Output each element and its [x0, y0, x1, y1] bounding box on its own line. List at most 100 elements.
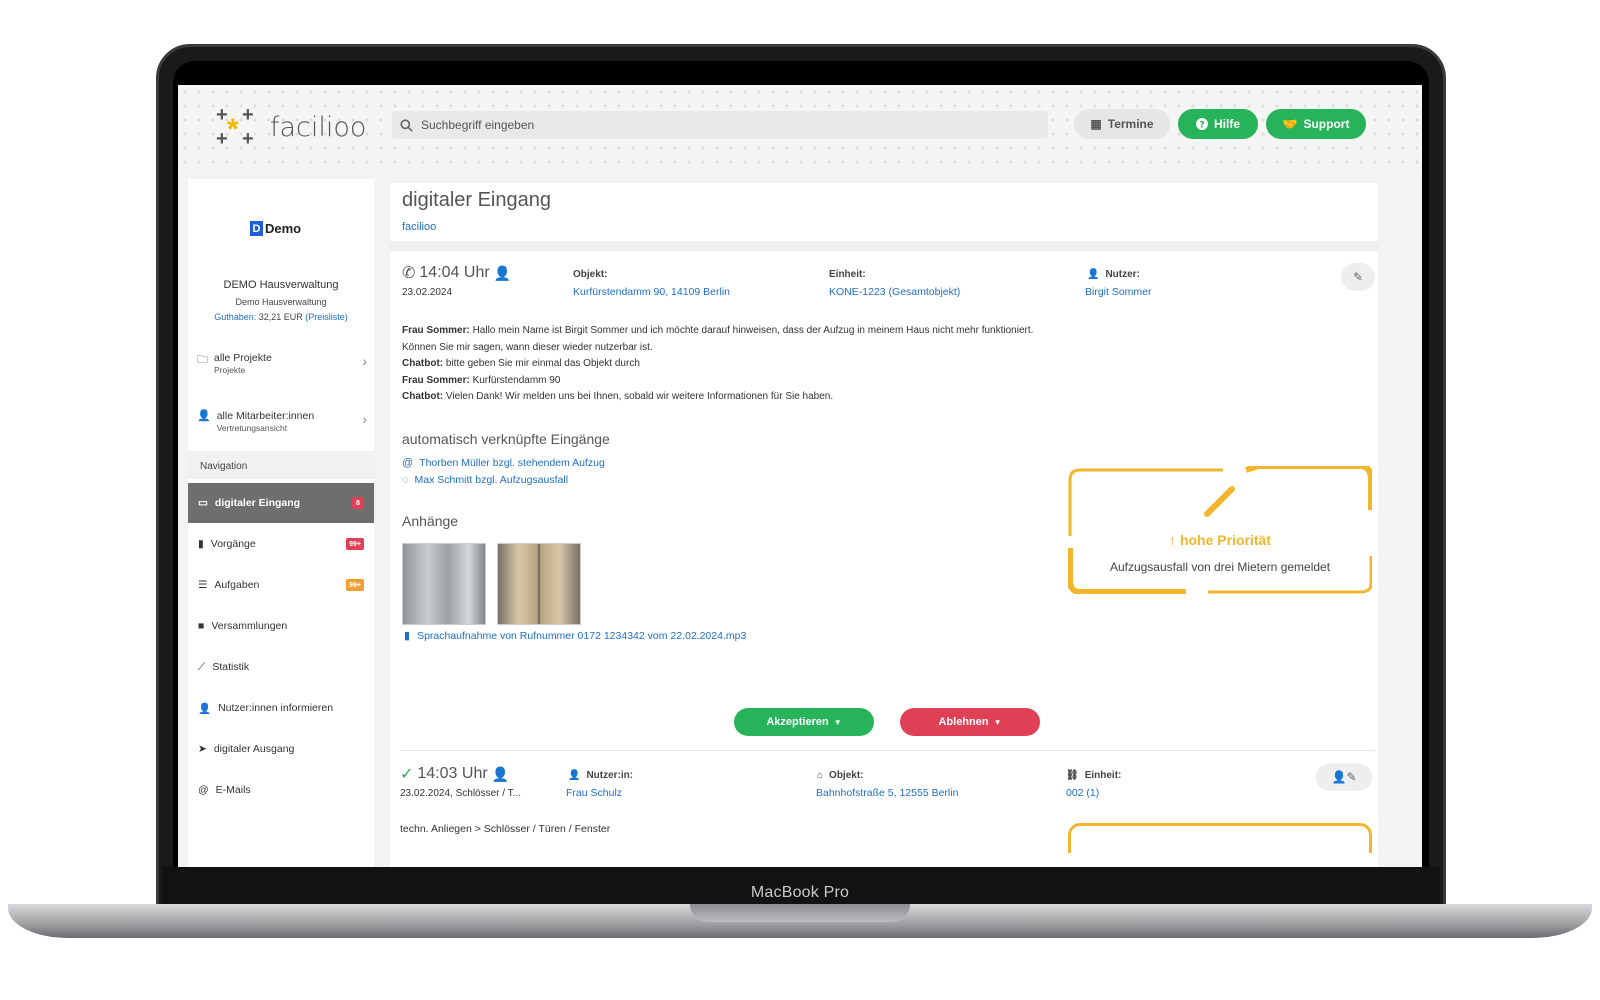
einheit-link[interactable]: 002 (1) [1066, 787, 1099, 799]
inbox-icon: ▭ [198, 497, 208, 509]
sidebar-item-digitaler-eingang[interactable]: ▭ digitaler Eingang 8 [188, 483, 374, 523]
support-button[interactable]: 🤝 Support [1266, 109, 1366, 139]
reject-button[interactable]: Ablehnen ▼ [900, 708, 1040, 736]
entry-time: ✓ 14:03 Uhr 👤 [400, 764, 509, 784]
count-badge: 99+ [346, 538, 364, 550]
caret-down-icon: ▼ [833, 717, 842, 727]
calendar-icon: ▦ [1090, 117, 1102, 131]
entry-time-text: 14:04 Uhr [419, 264, 490, 281]
client-logo-text: Demo [265, 221, 302, 236]
user-edit-icon: 👤✎ [1331, 770, 1357, 784]
nutzer-label-row: 👤 Nutzer: [1087, 269, 1140, 280]
attachment-image-2[interactable] [497, 543, 581, 625]
check-icon: ✓ [400, 766, 414, 783]
objekt-link[interactable]: Kurfürstendamm 90, 14109 Berlin [573, 286, 730, 298]
objekt-label: Objekt: [829, 770, 864, 781]
nutzer-label-row: 👤 Nutzer:in: [568, 770, 633, 781]
chat-line: Chatbot: bitte geben Sie mir einmal das … [402, 356, 1092, 373]
reject-label: Ablehnen [938, 716, 989, 728]
app-screen: + + + + * facilioo Suchbegriff eingeben ▦ … [178, 85, 1422, 867]
guthaben-line: Guthaben: 32,21 EUR (Preisliste) [188, 312, 374, 322]
priority-title-text: hohe Priorität [1179, 532, 1271, 548]
nav-label: digitaler Eingang [214, 497, 301, 509]
chart-line-icon: ⟋ [198, 660, 206, 673]
sidebar-item-versammlungen[interactable]: ■ Versammlungen [188, 606, 374, 646]
whatsapp-icon: ◌ [402, 474, 409, 486]
entry-category: techn. Anliegen > Schlösser / Türen / Fe… [400, 823, 611, 835]
nav-label: Nutzer:innen informieren [218, 702, 334, 714]
sidebar-item-nutzer-informieren[interactable]: 👤 Nutzer:innen informieren [188, 688, 374, 728]
device-label: MacBook Pro [750, 884, 850, 901]
sidebar-item-employees[interactable]: 👤 alle Mitarbeiter:innen Vertretungsansi… [197, 409, 367, 433]
einheit-label: Einheit: [1084, 770, 1122, 781]
support-label: Support [1303, 117, 1350, 131]
preisliste-link[interactable]: (Preisliste) [305, 312, 348, 322]
pencil-icon [1204, 486, 1235, 517]
nutzer-link[interactable]: Birgit Sommer [1085, 286, 1152, 298]
sidebar-item-projects[interactable]: 🗀 alle Projekte Projekte › [197, 351, 367, 375]
facilioo-logo[interactable]: + + + + * facilioo [216, 105, 366, 149]
termine-button[interactable]: ▦ Termine [1074, 109, 1170, 139]
at-icon: @ [198, 784, 209, 796]
org-name: DEMO Hausverwaltung [223, 279, 339, 291]
sidebar-item-statistik[interactable]: ⟋ Statistik [188, 647, 374, 687]
navigation-header: Navigation [188, 451, 374, 479]
breadcrumb[interactable]: facilioo [402, 221, 436, 233]
org-subname: Demo Hausverwaltung [235, 297, 327, 307]
linked-title: automatisch verknüpfte Eingänge [402, 431, 610, 447]
link-icon: ⛓ [1066, 770, 1079, 781]
at-icon: @ [402, 457, 414, 469]
projects-label: alle Projekte [214, 352, 272, 364]
chat-line: Frau Sommer: Kurfürstendamm 90 [402, 373, 1092, 390]
projects-sub: Projekte [214, 365, 246, 375]
accept-label: Akzeptieren [766, 716, 829, 728]
user-plus-icon: 👤 [198, 702, 212, 715]
audio-file-link[interactable]: Sprachaufnahme von Rufnummer 0172 123434… [417, 630, 746, 642]
assign-user-button[interactable]: 👤✎ [1316, 763, 1372, 791]
priority-title: ↑ hohe Priorität [1068, 532, 1372, 548]
entry-date: 23.02.2024, Schlösser / T... [400, 788, 522, 799]
user-icon: 👤 [1087, 269, 1100, 280]
guthaben-value: 32,21 EUR [258, 312, 303, 322]
handshake-icon: 🤝 [1282, 117, 1298, 131]
edit-button[interactable]: ✎ [1341, 263, 1375, 291]
objekt-link[interactable]: Bahnhofstraße 5, 12555 Berlin [816, 787, 958, 799]
search-placeholder: Suchbegriff eingeben [421, 118, 535, 132]
linked-link[interactable]: Thorben Müller bzgl. stehendem Aufzug [419, 457, 605, 469]
einheit-label-row: ⛓ Einheit: [1066, 770, 1121, 781]
search-input[interactable]: Suchbegriff eingeben [392, 111, 1048, 139]
count-badge: 8 [352, 497, 364, 509]
audio-attachment[interactable]: ▮ Sprachaufnahme von Rufnummer 0172 1234… [404, 629, 746, 643]
sidebar-item-vorgaenge[interactable]: ▮ Vorgänge 99+ [188, 524, 374, 564]
sidebar-item-emails[interactable]: @ E-Mails [188, 770, 374, 810]
chat-text: Vielen Dank! Wir melden uns bei Ihnen, s… [443, 391, 834, 403]
linked-item[interactable]: ◌ Max Schmitt bzgl. Aufzugsausfall [402, 474, 568, 486]
einheit-link[interactable]: KONE-1223 (Gesamtobjekt) [829, 286, 960, 298]
nav-label: Aufgaben [214, 579, 260, 591]
chat-speaker: Chatbot: [402, 358, 444, 370]
client-logo: D Demo [250, 221, 301, 236]
sidebar: D Demo DEMO Hausverwaltung Demo Hausverwa… [188, 179, 374, 867]
chat-line: Chatbot: Vielen Dank! Wir melden uns bei… [402, 389, 1092, 406]
chat-speaker: Frau Sommer: [402, 374, 470, 386]
accept-button[interactable]: Akzeptieren ▼ [734, 708, 874, 736]
chat-text: bitte geben Sie mir einmal das Objekt du… [443, 358, 640, 370]
linked-item[interactable]: @ Thorben Müller bzgl. stehendem Aufzug [402, 457, 605, 469]
hilfe-button[interactable]: ? Hilfe [1178, 109, 1258, 139]
main-content: digitaler Eingang facilioo ✆ 14:04 Uhr 👤… [390, 183, 1378, 867]
sidebar-item-aufgaben[interactable]: ☰ Aufgaben 99+ [188, 565, 374, 605]
search-icon [400, 118, 413, 132]
help-icon: ? [1195, 118, 1208, 130]
nutzer-link[interactable]: Frau Schulz [566, 787, 622, 799]
chat-line: Frau Sommer: Hallo mein Name ist Birgit … [402, 323, 1092, 340]
user-icon: 👤 [493, 264, 512, 281]
sidebar-item-digitaler-ausgang[interactable]: ➤ digitaler Ausgang [188, 729, 374, 769]
nav-label: Versammlungen [211, 620, 288, 632]
priority-card-partial [1068, 823, 1372, 853]
attachment-image-1[interactable] [402, 543, 486, 625]
section-divider [390, 241, 1378, 251]
linked-link[interactable]: Max Schmitt bzgl. Aufzugsausfall [415, 474, 569, 486]
task-list-icon: ☰ [198, 579, 208, 591]
app-header: + + + + * facilioo Suchbegriff eingeben ▦ … [178, 85, 1422, 173]
employees-label: alle Mitarbeiter:innen [216, 410, 315, 422]
